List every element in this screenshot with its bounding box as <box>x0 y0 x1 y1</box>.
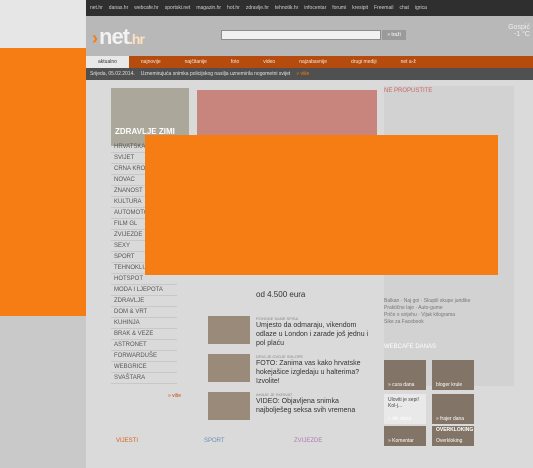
topnav-link[interactable]: hot.hr <box>227 5 240 11</box>
orange-side-banner <box>0 48 86 316</box>
tile-label: bloger krule <box>436 382 463 388</box>
news-title[interactable]: od 4.500 eura <box>256 290 376 299</box>
category-link[interactable]: FORWARDUŠE <box>111 351 177 362</box>
tab-net-a-z[interactable]: net a-ž <box>389 59 428 65</box>
tab-video[interactable]: video <box>251 59 287 65</box>
top-portal-nav: net.hr danas.hr webcafe.hr sportski.net … <box>86 0 533 16</box>
search-input[interactable] <box>221 30 381 40</box>
ticker-text[interactable]: Uznemirujuća snimka policijskog nasilja … <box>141 71 291 77</box>
topnav-link[interactable]: igrica <box>415 5 427 11</box>
section-zvijezde[interactable]: ZVIJEZDE <box>294 438 322 444</box>
search-button[interactable]: » traži <box>382 30 406 40</box>
section-vijesti[interactable]: VIJESTI <box>116 438 138 444</box>
logo-tld: .hr <box>129 31 145 47</box>
categories-more-link[interactable]: » više <box>168 393 181 399</box>
topnav-link[interactable]: sportski.net <box>165 5 191 11</box>
tile-label: » dic dana <box>388 416 412 422</box>
tile-label: » frajer dana <box>436 416 465 422</box>
weather-city: Gospić <box>508 24 530 31</box>
webcafe-tile[interactable]: » frajer dana <box>432 394 474 424</box>
tile-heading: OVERKLOKING <box>436 427 474 433</box>
tab-najzabavnije[interactable]: najzabavnije <box>287 59 339 65</box>
main-nav: aktualno najnovije najčitanije foto vide… <box>86 56 533 68</box>
category-link[interactable]: ZDRAVLJE <box>111 296 177 307</box>
webcafe-tile-caption[interactable]: » dic dana <box>384 394 426 424</box>
ticker-more-link[interactable]: » više <box>296 71 309 77</box>
site-header: ›net.hr » traži Gospić -1 °C <box>86 16 533 56</box>
news-title[interactable]: Umjesto da odmaraju, vikendom odlaze u L… <box>256 321 376 348</box>
sidebar-tags: Balkan · Naj goi · Skupili skupe juridik… <box>384 298 516 326</box>
orange-overlay-banner <box>145 135 498 275</box>
news-thumbnail[interactable] <box>208 354 250 382</box>
weather-temp: -1 °C <box>513 31 530 38</box>
tab-foto[interactable]: foto <box>219 59 251 65</box>
net-hr-logo[interactable]: ›net.hr <box>92 24 145 50</box>
tag-line[interactable]: Praktične laje · Auto-gume <box>384 305 516 312</box>
news-item[interactable]: od 4.500 eura <box>208 290 368 304</box>
tile-label: » cura dana <box>388 382 415 388</box>
weather-widget[interactable]: Gospić -1 °C <box>486 24 530 38</box>
current-date: Srijeda, 05.02.2014. <box>90 71 135 77</box>
tab-najnovije[interactable]: najnovije <box>129 59 173 65</box>
topnav-link[interactable]: infocentar <box>304 5 326 11</box>
category-link[interactable]: DOM & VRT <box>111 307 177 318</box>
category-link[interactable]: ASTRONET <box>111 340 177 351</box>
bottom-sections: VIJESTI SPORT ZVIJEZDE <box>86 436 533 468</box>
section-sport[interactable]: SPORT <box>204 438 225 444</box>
topnav-link[interactable]: tehnotik.hr <box>275 5 298 11</box>
topnav-link[interactable]: magazin.hr <box>196 5 221 11</box>
category-link[interactable]: HOTSPOT <box>111 274 177 285</box>
tab-najcitanije[interactable]: najčitanije <box>173 59 219 65</box>
category-link[interactable]: BRAK & VEZE <box>111 329 177 340</box>
news-thumbnail[interactable] <box>208 316 250 344</box>
topnav-link[interactable]: zdravlje.hr <box>246 5 269 11</box>
category-link[interactable]: KUHINJA <box>111 318 177 329</box>
category-link[interactable]: MODA I LJEPOTA <box>111 285 177 296</box>
webcafe-tile[interactable]: » cura dana <box>384 360 426 390</box>
webcafe-heading: WEBCAFE DANAS <box>384 344 437 350</box>
topnav-link[interactable]: forumi <box>332 5 346 11</box>
topnav-link[interactable]: danas.hr <box>109 5 128 11</box>
tag-line[interactable]: Sike za Facebook <box>384 319 516 326</box>
tag-line[interactable]: Balkan · Naj goi · Skupili skupe juridik… <box>384 298 516 305</box>
topnav-link[interactable]: Freemail <box>374 5 393 11</box>
date-ticker-bar: Srijeda, 05.02.2014. Uznemirujuća snimka… <box>86 68 533 80</box>
news-item[interactable]: AHAJE JE SKRIVAT VIDEO: Objavljena snimk… <box>208 392 368 424</box>
topnav-link[interactable]: chat <box>399 5 408 11</box>
topnav-link[interactable]: net.hr <box>90 5 103 11</box>
news-item[interactable]: DRVLJE OVDJE SHLOPE FOTO: Zanima vas kak… <box>208 354 368 386</box>
category-link[interactable]: WEBGRICE <box>111 362 177 373</box>
category-link[interactable]: SVAŠTARA <box>111 373 177 384</box>
tag-line[interactable]: Priče o snijehu · Vijak kilograma <box>384 312 516 319</box>
logo-text: net <box>99 24 130 49</box>
news-title[interactable]: FOTO: Zanima vas kako hrvatske hokejašic… <box>256 359 376 386</box>
topnav-link[interactable]: webcafe.hr <box>134 5 158 11</box>
tab-drugi-mediji[interactable]: drugi mediji <box>339 59 389 65</box>
news-thumbnail[interactable] <box>208 392 250 420</box>
tab-aktualno[interactable]: aktualno <box>86 56 129 68</box>
left-gutter-top <box>0 0 86 48</box>
ne-propustite-heading: NE PROPUSTITE <box>384 88 433 94</box>
topnav-link[interactable]: kresipit <box>352 5 368 11</box>
chevron-right-icon: › <box>92 28 98 48</box>
news-title[interactable]: VIDEO: Objavljena snimka najbolješeg sek… <box>256 397 376 415</box>
news-item[interactable]: POHODE SANE SPISA Umjesto da odmaraju, v… <box>208 316 368 348</box>
webcafe-tile[interactable]: bloger krule <box>432 360 474 390</box>
